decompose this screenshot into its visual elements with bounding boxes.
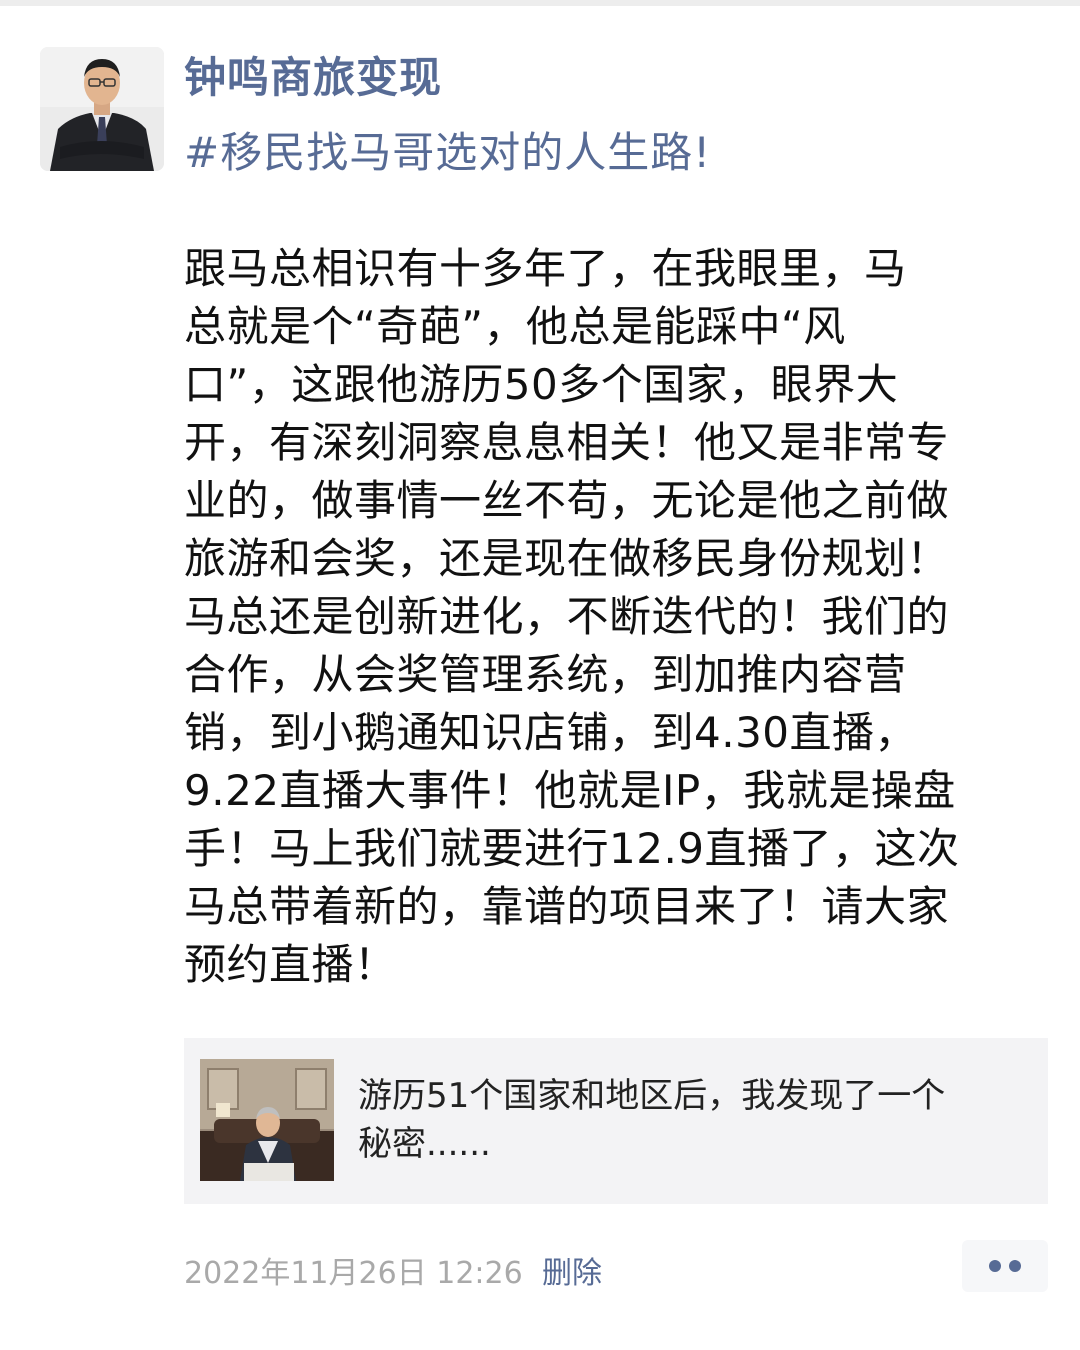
avatar-photo-icon [40, 47, 164, 171]
topic-tag-link[interactable]: #移民找马哥选对的人生路! [184, 124, 711, 182]
top-divider [0, 0, 1080, 6]
shared-article-card[interactable]: 游历51个国家和地区后，我发现了一个 秘密...... [184, 1038, 1048, 1204]
more-dots-icon [989, 1260, 1001, 1272]
post-timestamp: 2022年11月26日 12:26 [184, 1256, 523, 1291]
delete-button[interactable]: 删除 [542, 1254, 602, 1294]
author-avatar[interactable] [40, 47, 164, 171]
article-title: 游历51个国家和地区后，我发现了一个 秘密...... [358, 1076, 946, 1164]
more-options-button[interactable] [962, 1240, 1048, 1292]
more-dots-icon [1009, 1260, 1021, 1272]
post-body-text: 跟马总相识有十多年了，在我眼里，马 总就是个“奇葩”，他总是能踩中“风 口”，这… [184, 244, 960, 989]
author-name[interactable]: 钟鸣商旅变现 [184, 50, 442, 106]
article-thumbnail [200, 1059, 334, 1181]
thumbnail-photo-icon [200, 1059, 334, 1181]
